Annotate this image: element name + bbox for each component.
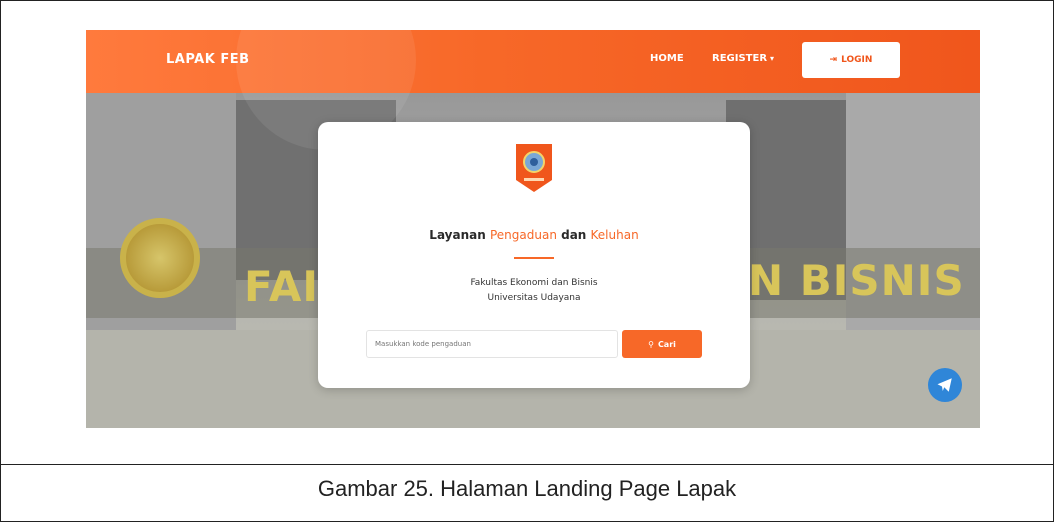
faculty-logo-icon <box>516 144 552 192</box>
title-word-accent: Keluhan <box>590 228 639 242</box>
login-button[interactable]: ⇥ LOGIN <box>802 42 900 78</box>
complaint-search-card: Layanan Pengaduan dan Keluhan Fakultas E… <box>318 122 750 388</box>
caption-divider <box>0 464 1054 465</box>
landing-page-screenshot: FAI N BISNIS LAPAK FEB HOME REGISTER ▾ ⇥ … <box>86 30 980 428</box>
search-button-label: Cari <box>657 339 676 349</box>
background-sign-text-right: N BISNIS <box>748 256 965 305</box>
login-button-label: LOGIN <box>841 55 873 65</box>
telegram-plane-glyph <box>937 378 952 392</box>
university-emblem <box>120 218 200 298</box>
search-icon: ⚲ <box>648 339 654 349</box>
top-navbar: LAPAK FEB HOME REGISTER ▾ ⇥ LOGIN <box>86 30 980 150</box>
nav-link-register[interactable]: REGISTER ▾ <box>712 53 774 64</box>
title-word-accent: Pengaduan <box>489 228 557 242</box>
card-title: Layanan Pengaduan dan Keluhan <box>318 228 750 242</box>
university-name: Universitas Udayana <box>487 293 581 303</box>
brand-logo-text[interactable]: LAPAK FEB <box>166 52 250 67</box>
nav-register-label: REGISTER <box>712 53 768 64</box>
complaint-code-input[interactable] <box>366 330 618 358</box>
faculty-name: Fakultas Ekonomi dan Bisnis <box>470 278 598 288</box>
figure-caption: Gambar 25. Halaman Landing Page Lapak <box>317 476 737 501</box>
login-icon: ⇥ <box>829 55 838 65</box>
telegram-icon[interactable] <box>928 368 962 402</box>
title-word: Layanan <box>429 228 486 242</box>
nav-link-home[interactable]: HOME <box>650 53 684 64</box>
title-word: dan <box>561 228 587 242</box>
search-button[interactable]: ⚲ Cari <box>622 330 702 358</box>
chevron-down-icon: ▾ <box>770 54 775 63</box>
background-sign-text-left: FAI <box>244 262 320 311</box>
title-underline <box>514 257 554 259</box>
